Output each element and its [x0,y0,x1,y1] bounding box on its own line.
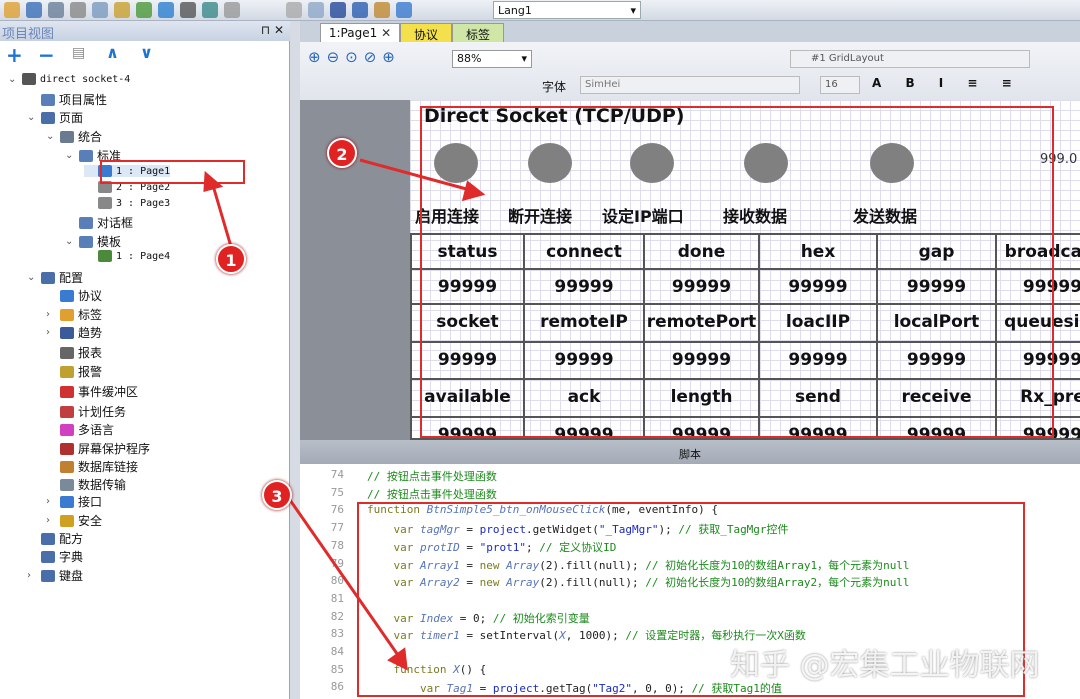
annotation-badge-3: 3 [262,480,292,510]
annotation-badge-1: 1 [216,244,246,274]
annotation-badge-2: 2 [327,138,357,168]
watermark: 知乎 @宏集工业物联网 [730,648,1040,683]
annotation-arrows [203,158,486,671]
